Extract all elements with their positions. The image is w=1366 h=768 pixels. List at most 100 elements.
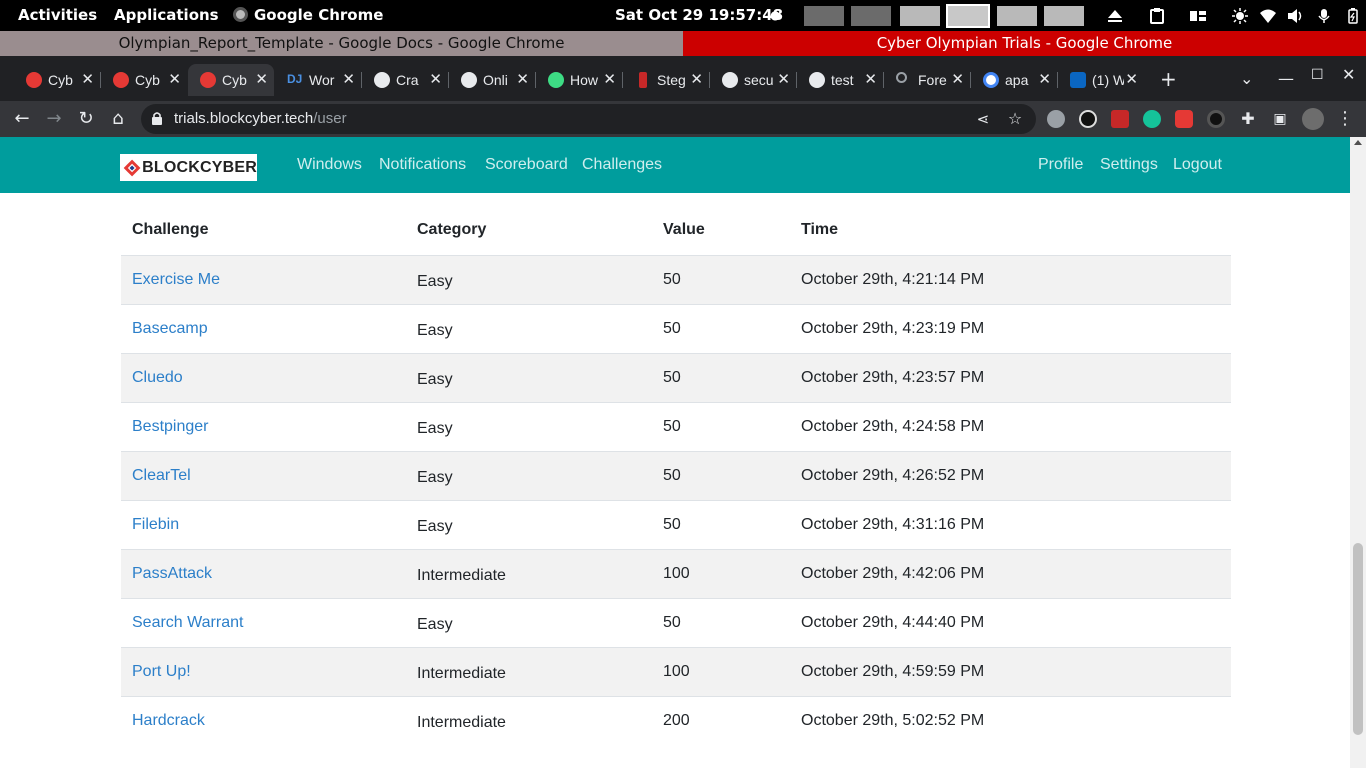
challenge-link[interactable]: Search Warrant bbox=[132, 614, 243, 631]
workspace-5[interactable] bbox=[997, 6, 1037, 26]
browser-tab[interactable]: apa ✕ bbox=[971, 64, 1058, 96]
table-row: Filebin Easy 50 October 29th, 4:31:16 PM bbox=[121, 499, 1231, 549]
clipboard-icon[interactable] bbox=[1149, 8, 1165, 24]
workspace-1[interactable] bbox=[804, 6, 844, 26]
browser-tab[interactable]: Onli ✕ bbox=[449, 64, 536, 96]
browser-tab[interactable]: How ✕ bbox=[536, 64, 623, 96]
nav-settings[interactable]: Settings bbox=[1100, 137, 1158, 193]
nav-notifications[interactable]: Notifications bbox=[379, 137, 466, 193]
close-icon[interactable]: ✕ bbox=[429, 70, 442, 88]
header-time[interactable]: Time bbox=[790, 206, 1231, 256]
scroll-up-arrow-icon[interactable] bbox=[1354, 140, 1362, 145]
header-value[interactable]: Value bbox=[652, 206, 790, 256]
bookmark-star-icon[interactable]: ☆ bbox=[1001, 105, 1029, 133]
shield-extension-icon[interactable] bbox=[1047, 110, 1065, 128]
browser-tab[interactable]: (1) W ✕ bbox=[1058, 64, 1144, 96]
header-challenge[interactable]: Challenge bbox=[121, 206, 406, 256]
workspace-6[interactable] bbox=[1044, 6, 1084, 26]
profile-avatar[interactable] bbox=[1302, 108, 1324, 130]
browser-tab[interactable]: Fore ✕ bbox=[884, 64, 971, 96]
scrollbar-thumb[interactable] bbox=[1353, 543, 1363, 735]
chrome-window-title[interactable]: Cyber Olympian Trials - Google Chrome bbox=[683, 31, 1366, 56]
tab-label: Cyb bbox=[222, 72, 247, 88]
browser-tab[interactable]: Cra ✕ bbox=[362, 64, 449, 96]
nav-profile[interactable]: Profile bbox=[1038, 137, 1083, 193]
challenge-link[interactable]: Port Up! bbox=[132, 663, 191, 680]
maximize-icon[interactable]: ☐ bbox=[1311, 60, 1324, 90]
nav-windows[interactable]: Windows bbox=[297, 137, 362, 193]
browser-tab[interactable]: Steg ✕ bbox=[623, 64, 710, 96]
tab-search-icon[interactable]: ⌄ bbox=[1240, 64, 1253, 94]
close-icon[interactable]: ✕ bbox=[516, 70, 529, 88]
microphone-icon[interactable] bbox=[1316, 8, 1332, 24]
close-icon[interactable]: ✕ bbox=[1038, 70, 1051, 88]
new-tab-icon[interactable]: + bbox=[1160, 64, 1177, 94]
challenge-link[interactable]: Basecamp bbox=[132, 320, 208, 337]
reload-icon[interactable]: ↻ bbox=[72, 105, 100, 133]
challenge-link[interactable]: Filebin bbox=[132, 516, 179, 533]
browser-tab[interactable]: test ✕ bbox=[797, 64, 884, 96]
challenge-link[interactable]: PassAttack bbox=[132, 565, 212, 582]
close-icon[interactable]: ✕ bbox=[81, 70, 94, 88]
close-icon[interactable]: ✕ bbox=[864, 70, 877, 88]
browser-tab[interactable]: Cyb ✕ bbox=[101, 64, 187, 96]
workspace-3[interactable] bbox=[900, 6, 940, 26]
close-icon[interactable]: ✕ bbox=[1125, 70, 1138, 88]
nav-challenges[interactable]: Challenges bbox=[582, 137, 662, 193]
app-menu[interactable]: Google Chrome bbox=[233, 0, 383, 31]
nav-logout[interactable]: Logout bbox=[1173, 137, 1222, 193]
close-icon[interactable]: ✕ bbox=[951, 70, 964, 88]
address-bar[interactable]: trials.blockcyber.tech/user ⋖ ☆ bbox=[141, 104, 1036, 134]
home-icon[interactable]: ⌂ bbox=[104, 105, 132, 133]
close-icon[interactable]: ✕ bbox=[168, 70, 181, 88]
ublock-icon[interactable] bbox=[1111, 110, 1129, 128]
close-icon[interactable]: ✕ bbox=[603, 70, 616, 88]
grammarly-icon[interactable] bbox=[1143, 110, 1161, 128]
volume-icon[interactable] bbox=[1287, 8, 1303, 24]
back-icon[interactable]: ← bbox=[8, 105, 36, 133]
applications-menu[interactable]: Applications bbox=[114, 0, 219, 31]
side-panel-icon[interactable]: ▣ bbox=[1266, 105, 1294, 133]
time-cell: October 29th, 4:24:58 PM bbox=[790, 401, 1231, 451]
url-host: trials.blockcyber.tech bbox=[174, 110, 314, 127]
lock-icon[interactable] bbox=[151, 111, 163, 125]
share-icon[interactable]: ⋖ bbox=[969, 105, 997, 133]
battery-icon[interactable] bbox=[1345, 8, 1361, 24]
challenge-link[interactable]: Exercise Me bbox=[132, 271, 220, 288]
browser-tab[interactable]: DJ Wor ✕ bbox=[275, 64, 362, 96]
browser-tab[interactable]: secu ✕ bbox=[710, 64, 797, 96]
challenge-link[interactable]: Hardcrack bbox=[132, 712, 205, 729]
challenge-link[interactable]: Cluedo bbox=[132, 369, 183, 386]
url-text[interactable]: trials.blockcyber.tech/user bbox=[174, 110, 347, 127]
ninja-extension-icon[interactable] bbox=[1079, 110, 1097, 128]
challenge-link[interactable]: Bestpinger bbox=[132, 418, 209, 435]
docs-window-title[interactable]: Olympian_Report_Template - Google Docs -… bbox=[0, 31, 683, 56]
browser-tab[interactable]: Cyb ✕ bbox=[14, 64, 101, 96]
close-icon[interactable]: ✕ bbox=[777, 70, 790, 88]
menu-kebab-icon[interactable]: ⋮ bbox=[1331, 105, 1359, 133]
clock[interactable]: Sat Oct 29 19:57:48 bbox=[615, 0, 783, 31]
minimize-icon[interactable]: — bbox=[1278, 64, 1294, 94]
extensions-puzzle-icon[interactable]: ✚ bbox=[1234, 105, 1262, 133]
layout-icon[interactable] bbox=[1190, 8, 1206, 24]
blockcyber-logo[interactable]: BLOCKCYBER bbox=[120, 154, 257, 181]
close-icon[interactable]: ✕ bbox=[342, 70, 355, 88]
window-close-icon[interactable]: ✕ bbox=[1342, 60, 1355, 90]
workspace-2[interactable] bbox=[851, 6, 891, 26]
close-icon[interactable]: ✕ bbox=[255, 70, 268, 88]
challenge-link[interactable]: ClearTel bbox=[132, 467, 191, 484]
wifi-icon[interactable] bbox=[1260, 8, 1276, 24]
forward-icon[interactable]: → bbox=[40, 105, 68, 133]
page-scrollbar[interactable] bbox=[1350, 137, 1366, 768]
workspace-4[interactable] bbox=[946, 4, 990, 28]
close-icon[interactable]: ✕ bbox=[690, 70, 703, 88]
nav-scoreboard[interactable]: Scoreboard bbox=[485, 137, 568, 193]
activities-button[interactable]: Activities bbox=[18, 0, 97, 31]
record-extension-icon[interactable] bbox=[1207, 110, 1225, 128]
brightness-icon[interactable] bbox=[1232, 8, 1248, 24]
eject-icon[interactable] bbox=[1107, 8, 1123, 24]
header-category[interactable]: Category bbox=[406, 206, 652, 256]
video-extension-icon[interactable] bbox=[1175, 110, 1193, 128]
browser-tab-active[interactable]: Cyb ✕ bbox=[188, 64, 274, 96]
steg-icon bbox=[639, 72, 647, 88]
